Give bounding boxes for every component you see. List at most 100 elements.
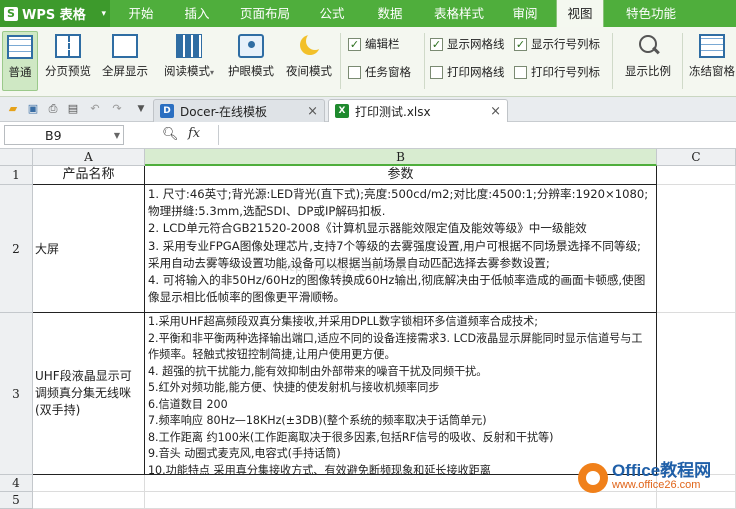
cell-c2[interactable] — [657, 185, 736, 313]
open-folder-icon[interactable]: ▰ — [6, 102, 20, 116]
night-mode-button[interactable]: 夜间模式 — [282, 31, 336, 91]
formula-input[interactable] — [218, 125, 732, 145]
param-line: 2. LCD单元符合GB21520-2008《计算机显示器能效限定值及能效等级》… — [148, 221, 587, 236]
column-header-b[interactable]: B — [145, 149, 657, 166]
fullscreen-icon — [112, 34, 138, 58]
menu-tab-formulas[interactable]: 公式 — [306, 0, 358, 27]
menu-tab-table-style[interactable]: 表格样式 — [422, 0, 496, 27]
cell-b1[interactable]: 参数 — [145, 166, 657, 185]
night-mode-label: 夜间模式 — [286, 64, 332, 78]
column-header-c[interactable]: C — [657, 149, 736, 166]
column-header-a[interactable]: A — [33, 149, 145, 166]
param-line: 10.功能特点 采用真分集接收方式、有效避免断频现象和延长接收距离 — [148, 463, 491, 475]
cell-a3[interactable]: UHF段液晶显示可调频真分集无线咪(双手持) — [33, 313, 145, 475]
menu-tab-special[interactable]: 特色功能 — [614, 0, 688, 27]
row-header-5[interactable]: 5 — [0, 492, 33, 509]
cell-a2[interactable]: 大屏 — [33, 185, 145, 313]
row-header-3[interactable]: 3 — [0, 313, 33, 475]
watermark-logo: Office教程网 www.office26.com — [578, 461, 712, 493]
checkbox-task-pane[interactable]: 任务窗格 — [348, 63, 411, 81]
chevron-down-icon[interactable]: ▼ — [134, 102, 148, 116]
menu-tab-insert[interactable]: 插入 — [170, 0, 224, 27]
param-line: 1.采用UHF超高频段双真分集接收,并采用DPLL数字锁相环多信道频率合成技术; — [148, 315, 539, 328]
cell-b3[interactable]: 1.采用UHF超高频段双真分集接收,并采用DPLL数字锁相环多信道频率合成技术;… — [145, 313, 657, 475]
eye-protection-button[interactable]: 护眼模式 — [224, 31, 278, 91]
freeze-panes-button[interactable]: 冻结窗格 — [688, 31, 736, 91]
param-line: 5.红外对频功能,能方便、快捷的使发射机与接收机频率同步 — [148, 381, 440, 394]
watermark-text: http://blog.csdn.net/ — [275, 260, 419, 274]
checkbox-show-gridlines[interactable]: ✓ 显示网格线 — [430, 35, 505, 53]
checkbox-label: 编辑栏 — [365, 37, 400, 51]
zoom-ratio-button[interactable]: 显示比例 — [620, 31, 676, 91]
cell-b5[interactable] — [145, 492, 657, 509]
checkbox-box[interactable] — [514, 65, 527, 79]
cell-a1[interactable]: 产品名称 — [33, 166, 145, 185]
office-logo-icon — [578, 463, 608, 493]
app-menu-button[interactable]: S WPS 表格 ▾ — [0, 0, 110, 27]
row-header-4[interactable]: 4 — [0, 475, 33, 492]
ribbon-divider — [682, 33, 683, 89]
row-header-2[interactable]: 2 — [0, 185, 33, 313]
eye-protection-label: 护眼模式 — [228, 64, 274, 78]
save-icon[interactable]: ▣ — [26, 102, 40, 116]
checkbox-label: 任务窗格 — [365, 65, 411, 79]
checkbox-formula-bar[interactable]: ✓ 编辑栏 — [348, 35, 400, 53]
chevron-down-icon: ▾ — [101, 8, 106, 19]
page-break-icon — [55, 34, 81, 58]
checkbox-print-gridlines[interactable]: 打印网格线 — [430, 63, 505, 81]
cell-c3[interactable] — [657, 313, 736, 475]
formula-bar: B9 ▼ 🔍︎ fx — [0, 122, 736, 149]
ribbon-divider — [612, 33, 613, 89]
search-icon[interactable]: 🔍︎ — [162, 127, 179, 142]
normal-view-label: 普通 — [8, 65, 32, 79]
checkbox-label: 显示行号列标 — [531, 37, 600, 51]
checkbox-print-headings[interactable]: 打印行号列标 — [514, 63, 600, 81]
watermark-url: www.office26.com — [612, 479, 701, 491]
checkbox-box[interactable] — [348, 65, 361, 79]
wps-logo-icon: S — [4, 6, 18, 21]
checkbox-box[interactable]: ✓ — [348, 37, 361, 51]
checkbox-label: 打印网格线 — [447, 65, 505, 79]
fullscreen-label: 全屏显示 — [102, 64, 148, 78]
name-box[interactable]: B9 ▼ — [4, 125, 124, 145]
tab-docer-templates[interactable]: D Docer-在线模板 × — [153, 99, 325, 122]
chevron-down-icon: ▾ — [209, 68, 214, 77]
fullscreen-button[interactable]: 全屏显示 — [98, 31, 152, 91]
menu-tab-review[interactable]: 审阅 — [502, 0, 548, 27]
reading-mode-button[interactable]: 阅读模式▾ — [156, 31, 222, 91]
reading-mode-label: 阅读模式 — [163, 64, 210, 78]
print-preview-icon[interactable]: ▤ — [66, 102, 80, 116]
row-header-1[interactable]: 1 — [0, 166, 33, 185]
insert-function-button[interactable]: fx — [188, 126, 200, 141]
cell-c5[interactable] — [657, 492, 736, 509]
close-icon[interactable]: × — [490, 104, 501, 119]
checkbox-box[interactable] — [430, 65, 443, 79]
normal-view-button[interactable]: 普通 — [2, 31, 38, 91]
menu-tab-page-layout[interactable]: 页面布局 — [230, 0, 300, 27]
cell-c1[interactable] — [657, 166, 736, 185]
checkbox-box[interactable]: ✓ — [430, 37, 443, 51]
menu-tab-view[interactable]: 视图 — [556, 0, 604, 27]
watermark-brand: Office教程网 — [612, 461, 712, 480]
close-icon[interactable]: × — [307, 104, 318, 119]
cell-a4[interactable] — [33, 475, 145, 492]
menu-bar: S WPS 表格 ▾ 开始 插入 页面布局 公式 数据 表格样式 审阅 视图 特… — [0, 0, 736, 27]
normal-view-icon — [7, 35, 33, 59]
cell-a5[interactable] — [33, 492, 145, 509]
undo-icon[interactable]: ↶ — [88, 102, 102, 116]
checkbox-show-headings[interactable]: ✓ 显示行号列标 — [514, 35, 600, 53]
tab-print-test-xlsx[interactable]: X 打印测试.xlsx × — [328, 99, 508, 122]
select-all-corner[interactable] — [0, 149, 33, 166]
checkbox-box[interactable]: ✓ — [514, 37, 527, 51]
menu-tab-home[interactable]: 开始 — [116, 0, 166, 27]
chevron-down-icon[interactable]: ▼ — [114, 131, 120, 140]
zoom-icon — [635, 34, 661, 58]
print-icon[interactable]: ⎙ — [46, 102, 60, 116]
param-line: 4. 超强的抗干扰能力,能有效抑制由外部带来的噪音干扰及同频干扰。 — [148, 364, 488, 378]
cell-b2[interactable]: 1. 尺寸:46英寸;背光源:LED背光(直下式);亮度:500cd/m2;对比… — [145, 185, 657, 313]
page-break-label: 分页预览 — [45, 64, 91, 78]
page-break-preview-button[interactable]: 分页预览 — [42, 31, 94, 91]
menu-tab-data[interactable]: 数据 — [364, 0, 416, 27]
redo-icon[interactable]: ↷ — [110, 102, 124, 116]
night-mode-icon — [296, 32, 324, 58]
